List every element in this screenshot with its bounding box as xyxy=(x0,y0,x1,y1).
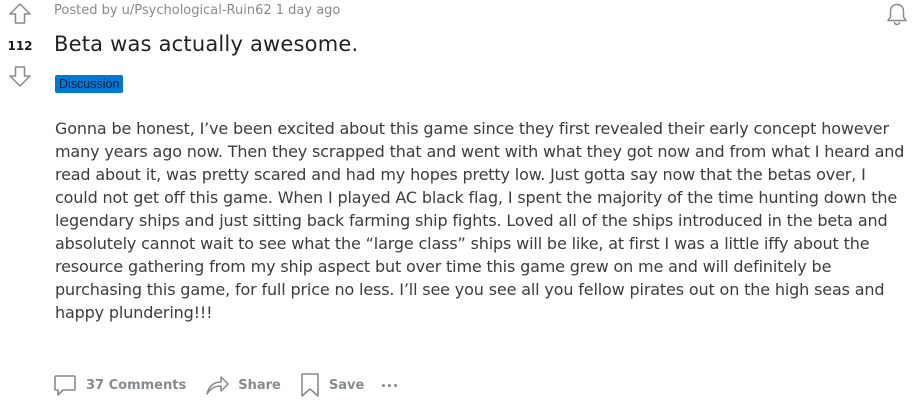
share-label: Share xyxy=(238,377,281,393)
save-label: Save xyxy=(328,377,365,393)
share-button[interactable]: Share xyxy=(204,372,281,398)
save-button[interactable]: Save xyxy=(299,372,364,398)
post-actions: 37 Comments Share Save xyxy=(52,370,400,400)
more-dot xyxy=(382,383,386,387)
post-body: Gonna be honest, I’ve been excited about… xyxy=(55,119,905,322)
share-arrow-icon xyxy=(206,376,229,395)
bookmark-icon xyxy=(301,373,319,397)
post-meta[interactable]: Posted by u/Psychological-Ruin62 1 day a… xyxy=(54,3,340,18)
upvote-arrow-icon[interactable] xyxy=(8,2,32,26)
more-dot xyxy=(394,383,398,387)
vote-score: 112 xyxy=(7,39,33,53)
more-dot xyxy=(388,383,392,387)
comments-label: 37 Comments xyxy=(86,377,187,393)
flair-badge[interactable]: Discussion xyxy=(55,75,124,93)
downvote-arrow-icon[interactable] xyxy=(8,64,32,88)
post-title[interactable]: Beta was actually awesome. xyxy=(54,32,358,56)
more-options-button[interactable] xyxy=(382,375,400,395)
bell-icon[interactable] xyxy=(886,2,908,26)
post-container: 112 Posted by u/Psychological-Ruin62 1 d… xyxy=(0,0,915,403)
comments-button[interactable]: 37 Comments xyxy=(52,372,186,398)
comment-bubble-icon xyxy=(54,375,76,396)
